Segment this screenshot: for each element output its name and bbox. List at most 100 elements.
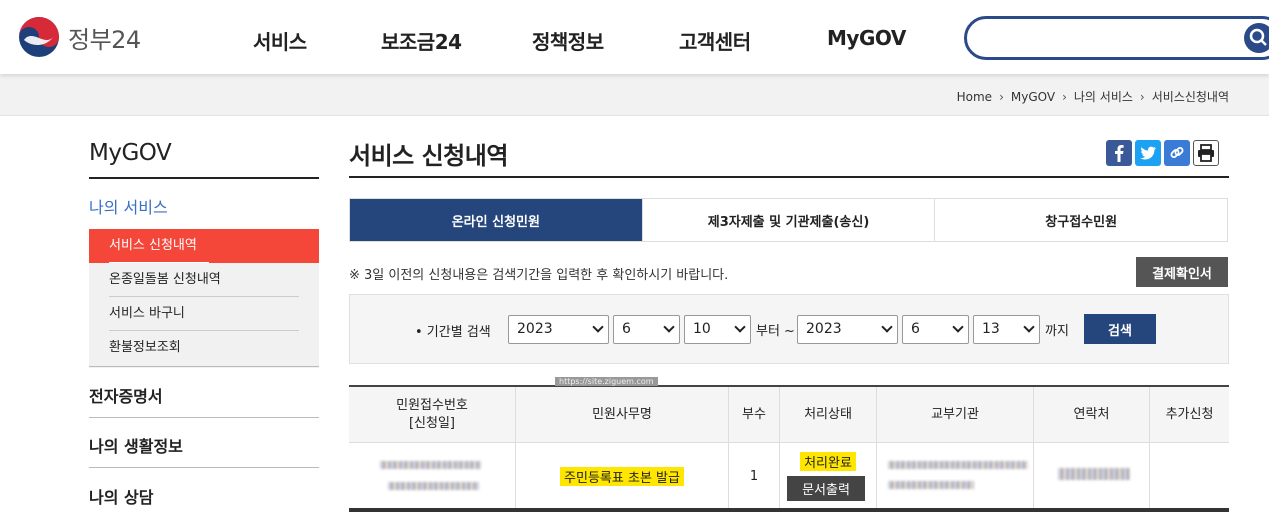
- sidebar-divider: [89, 417, 319, 418]
- copies-cell: 1: [749, 468, 759, 484]
- nav-policy[interactable]: 정책정보: [532, 26, 604, 55]
- chevron-down-icon: [1023, 321, 1035, 333]
- from-year-select[interactable]: 2023: [508, 315, 609, 344]
- top-header: 정부24 서비스 보조금24 정책정보 고객센터 MyGOV: [0, 0, 1269, 74]
- status-text: 처리완료: [800, 451, 856, 471]
- from-day-select[interactable]: 10: [684, 315, 751, 344]
- chevron-right-icon: ›: [999, 89, 1004, 104]
- sidebar-divider: [89, 366, 319, 367]
- twitter-share-button[interactable]: [1135, 140, 1161, 166]
- search-button[interactable]: [1244, 23, 1269, 53]
- to-label: 까지: [1045, 324, 1069, 339]
- chevron-down-icon: [881, 321, 893, 333]
- col-header-status: 처리상태: [804, 407, 852, 422]
- to-month-select[interactable]: 6: [902, 315, 969, 344]
- tab-third-party-submission[interactable]: 제3자제출 및 기관제출(송신): [642, 199, 936, 241]
- redacted-issuing-agency: [888, 461, 1028, 469]
- table-bottom-border: [349, 508, 1229, 512]
- sidebar-section-e-certificate[interactable]: 전자증명서: [89, 383, 163, 407]
- sidebar-item-label: 온종일돌봄 신청내역: [109, 272, 221, 287]
- facebook-icon: [1115, 145, 1124, 162]
- sidebar-section-my-services[interactable]: 나의 서비스: [89, 194, 168, 218]
- page-title: 서비스 신청내역: [349, 142, 508, 170]
- column-divider: [1149, 387, 1150, 508]
- document-print-button[interactable]: 문서출력: [787, 476, 865, 501]
- to-month-value: 6: [911, 321, 920, 337]
- status-badge: 처리완료: [780, 451, 876, 471]
- redacted-request-date: [388, 482, 479, 490]
- payment-confirmation-button[interactable]: 결제확인서: [1136, 257, 1228, 287]
- sidebar-section-consultation[interactable]: 나의 상담: [89, 484, 153, 508]
- to-year-select[interactable]: 2023: [797, 315, 898, 344]
- from-year-value: 2023: [517, 321, 553, 337]
- chevron-down-icon: [592, 321, 604, 333]
- redacted-receipt-number: [380, 461, 481, 469]
- tab-counter-requests[interactable]: 창구접수민원: [935, 199, 1228, 241]
- site-logo[interactable]: 정부24: [18, 16, 141, 58]
- sidebar-item-service-history[interactable]: 서비스 신청내역: [89, 229, 319, 263]
- from-month-value: 6: [622, 321, 631, 337]
- chevron-right-icon: ›: [1062, 89, 1067, 104]
- sidebar-title: MyGOV: [89, 140, 172, 166]
- title-divider: [349, 176, 1229, 178]
- col-header-contact: 연락처: [1073, 407, 1110, 422]
- twitter-icon: [1140, 146, 1156, 160]
- chevron-right-icon: ›: [1139, 89, 1145, 104]
- chevron-down-icon: [663, 321, 675, 333]
- sidebar-item-service-basket[interactable]: 서비스 바구니: [89, 297, 319, 331]
- search-notice: ※ 3일 이전의 신청내용은 검색기간을 입력한 후 확인하시기 바랍니다.: [349, 268, 729, 283]
- sidebar-item-care-history[interactable]: 온종일돌봄 신청내역: [89, 263, 319, 297]
- request-type-tabs: 온라인 신청민원 제3자제출 및 기관제출(송신) 창구접수민원: [349, 198, 1228, 242]
- col-header-receipt-number: 민원접수번호 [신청일]: [396, 398, 468, 431]
- sidebar-item-refund-info[interactable]: 환불정보조회: [89, 331, 319, 365]
- sidebar-item-label: 서비스 신청내역: [109, 238, 197, 253]
- col-header-service-name: 민원사무명: [592, 407, 652, 422]
- to-year-value: 2023: [806, 321, 842, 337]
- service-name: 주민등록표 초본 발급: [560, 466, 684, 486]
- breadcrumb-my-services[interactable]: 나의 서비스: [1074, 88, 1133, 105]
- link-icon: [1170, 147, 1184, 158]
- search-input[interactable]: [964, 16, 1269, 60]
- period-search-label: • 기간별 검색: [415, 325, 491, 340]
- sidebar-section-life-info[interactable]: 나의 생활정보: [89, 433, 183, 457]
- col-header-copies: 부수: [742, 407, 766, 422]
- column-divider: [779, 387, 780, 508]
- service-name-cell[interactable]: 주민등록표 초본 발급: [516, 444, 728, 508]
- chevron-down-icon: [952, 321, 964, 333]
- nav-services[interactable]: 서비스: [253, 26, 307, 55]
- search-icon: [1249, 28, 1267, 46]
- sidebar-divider: [89, 467, 319, 468]
- col-header-issuing-agency: 교부기관: [931, 407, 979, 422]
- breadcrumb: Home › MyGOV › 나의 서비스 › 서비스신청내역: [957, 88, 1229, 105]
- facebook-share-button[interactable]: [1106, 140, 1132, 166]
- from-day-value: 10: [693, 321, 711, 337]
- sidebar-item-label: 서비스 바구니: [109, 306, 185, 321]
- logo-text: 정부24: [68, 25, 141, 54]
- sidebar-divider: [89, 177, 319, 179]
- chevron-down-icon: [734, 321, 746, 333]
- government-emblem-icon: [19, 17, 59, 57]
- column-divider: [1033, 387, 1034, 508]
- tab-online-requests[interactable]: 온라인 신청민원: [350, 199, 643, 241]
- nav-mygov[interactable]: MyGOV: [827, 26, 906, 50]
- to-day-value: 13: [982, 321, 1000, 337]
- nav-subsidy[interactable]: 보조금24: [381, 26, 462, 55]
- print-button[interactable]: [1193, 140, 1219, 166]
- breadcrumb-bar: Home › MyGOV › 나의 서비스 › 서비스신청내역: [0, 74, 1269, 116]
- period-search-button[interactable]: 검색: [1084, 314, 1156, 344]
- breadcrumb-home[interactable]: Home: [957, 90, 992, 104]
- sidebar-item-label: 환불정보조회: [109, 340, 181, 355]
- to-day-select[interactable]: 13: [973, 315, 1040, 344]
- column-divider: [876, 387, 877, 508]
- watermark: https://site.ziguem.com: [555, 377, 658, 386]
- nav-support[interactable]: 고객센터: [679, 26, 751, 55]
- redacted-issuing-agency-line2: [888, 481, 974, 489]
- breadcrumb-current: 서비스신청내역: [1151, 90, 1229, 104]
- breadcrumb-mygov[interactable]: MyGOV: [1011, 90, 1055, 104]
- redacted-contact: [1058, 468, 1130, 480]
- from-month-select[interactable]: 6: [613, 315, 680, 344]
- sidebar-submenu: 서비스 신청내역 온종일돌봄 신청내역 서비스 바구니 환불정보조회: [89, 229, 319, 368]
- from-label: 부터 ~: [756, 324, 795, 339]
- print-icon: [1198, 144, 1214, 162]
- copy-link-button[interactable]: [1164, 140, 1190, 166]
